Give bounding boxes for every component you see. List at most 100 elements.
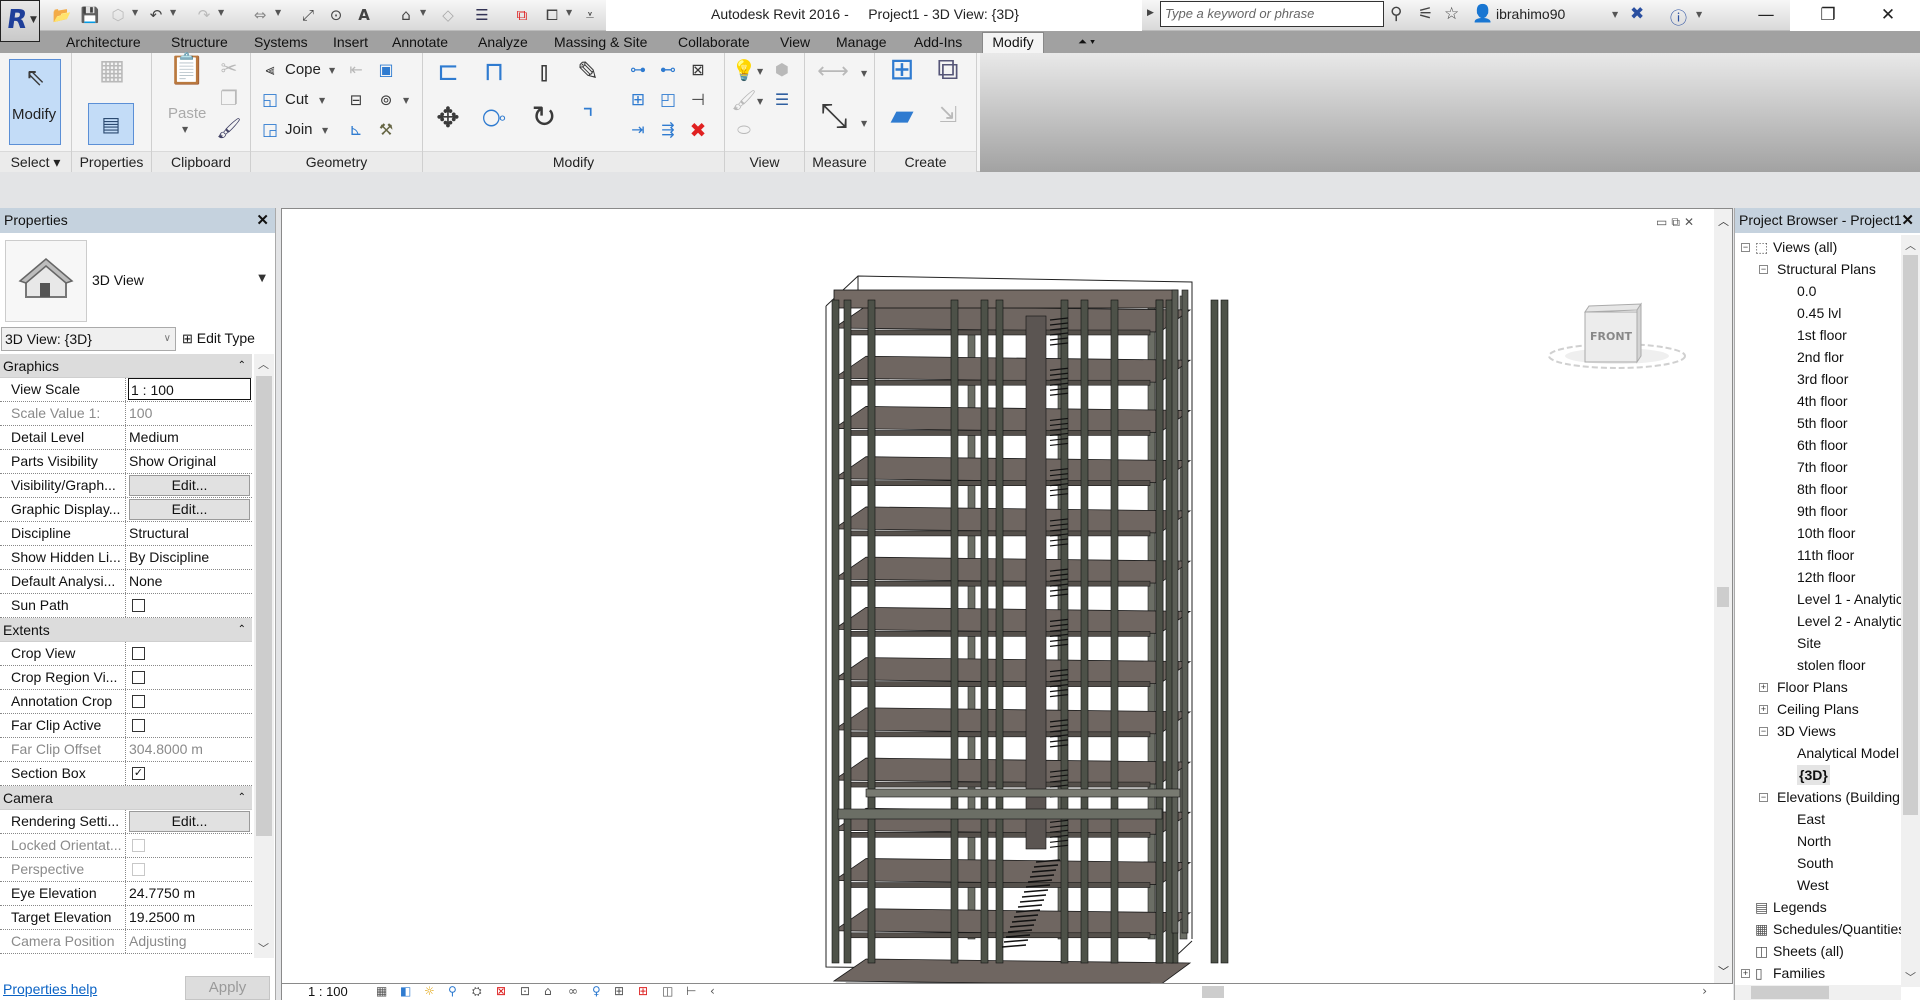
chevron-down-icon[interactable]: ▼ [329, 66, 335, 75]
scroll-up-icon[interactable]: ︿ [1905, 237, 1916, 253]
scrollbar-thumb[interactable] [256, 376, 272, 836]
chevron-down-icon[interactable]: ▼ [757, 67, 763, 76]
copy-icon[interactable]: ❐ [216, 85, 242, 111]
property-value[interactable]: Medium [127, 426, 251, 449]
property-input[interactable]: 1 : 100 [128, 378, 251, 400]
expand-node-icon[interactable]: + [1759, 705, 1768, 714]
beam-column-joins-icon[interactable]: ⊾ [343, 117, 369, 143]
chevron-down-icon[interactable]: ▼ [218, 8, 224, 17]
chevron-down-icon[interactable]: ▼ [861, 119, 867, 128]
chevron-down-icon[interactable]: ▼ [403, 96, 409, 105]
browser-item[interactable]: 0.0 [1797, 281, 1816, 301]
application-menu-button[interactable]: R ▼ [0, 0, 40, 42]
username[interactable]: ibrahimo90 [1496, 6, 1565, 22]
cut-scissors-icon[interactable]: ✂ [216, 55, 242, 81]
drawing-area-3d-view[interactable]: ▭⧉✕ FRONT ⊗ ▼ ▼ ⊖ ︿ ﹀ [281, 208, 1733, 984]
shadows-off-icon[interactable]: ⚲ [448, 984, 457, 998]
linework-icon[interactable]: ☰ [769, 87, 795, 113]
scroll-down-icon[interactable]: ﹀ [258, 940, 269, 956]
delete-icon[interactable]: ✖ [685, 117, 711, 143]
paint-icon[interactable]: ⊚ [373, 87, 399, 113]
array-icon[interactable]: ⊞ [625, 87, 651, 113]
redo-icon[interactable]: ↷ [194, 5, 214, 25]
browser-item[interactable]: 12th floor [1797, 567, 1855, 587]
browser-item[interactable]: 10th floor [1797, 523, 1855, 543]
property-value[interactable]: By Discipline [127, 546, 251, 569]
browser-item[interactable]: North [1797, 831, 1831, 851]
analytical-model-icon[interactable]: ⊞ [638, 984, 648, 998]
customize-qat-icon[interactable]: ⩡ [580, 5, 600, 25]
tab-modify[interactable]: Modify [982, 32, 1044, 53]
scrollbar-thumb[interactable] [1903, 255, 1918, 815]
scrollbar-thumb[interactable] [1717, 587, 1729, 607]
browser-item[interactable]: 1st floor [1797, 325, 1847, 345]
undo-icon[interactable]: ↶ [146, 5, 166, 25]
browser-item[interactable]: {3D} [1797, 765, 1830, 785]
browser-item[interactable]: Level 1 - Analytical [1797, 589, 1901, 609]
browser-item[interactable]: Structural Plans [1777, 259, 1876, 279]
viewcube-face-front[interactable]: FRONT [1590, 330, 1632, 343]
tab-massing-site[interactable]: Massing & Site [550, 33, 651, 53]
tab-collaborate[interactable]: Collaborate [674, 33, 754, 53]
tab-analyze[interactable]: Analyze [474, 33, 532, 53]
text-icon[interactable]: A [354, 5, 374, 25]
scroll-up-icon[interactable]: ︿ [258, 356, 269, 372]
property-checkbox[interactable]: ✓ [132, 767, 145, 780]
create-assembly-icon[interactable]: ⊞ [883, 55, 921, 95]
pin-icon[interactable]: ⊣ [685, 87, 711, 113]
property-value[interactable]: Structural [127, 522, 251, 545]
create-similar-icon[interactable]: ⧉ [929, 55, 967, 95]
expand-node-icon[interactable]: + [1759, 683, 1768, 692]
property-checkbox[interactable] [132, 671, 145, 684]
split-with-gap-icon[interactable]: ⊷ [655, 57, 681, 83]
property-group-extents[interactable]: Extents ⌃ [0, 618, 252, 642]
property-checkbox[interactable] [132, 719, 145, 732]
chevron-down-icon[interactable]: ▼ [420, 8, 426, 17]
collapse-icon[interactable]: ⌃ [238, 786, 246, 810]
help-icon[interactable]: ⓘ [1670, 4, 1687, 29]
property-value[interactable]: Show Original [127, 450, 251, 473]
viewcube[interactable]: FRONT [1547, 294, 1697, 384]
chevron-down-icon[interactable]: ▼ [170, 8, 176, 17]
browser-item[interactable]: 0.45 lvl [1797, 303, 1841, 323]
chevron-down-icon[interactable]: ▼ [1612, 10, 1618, 19]
property-value[interactable]: 19.2500 m [127, 906, 251, 929]
chevron-down-icon[interactable]: ▼ [566, 8, 572, 17]
browser-item[interactable]: Families [1773, 963, 1825, 983]
hammer-icon[interactable]: ⚒ [373, 117, 399, 143]
join-button[interactable]: Join [285, 121, 313, 138]
view-settings-icon[interactable]: ⬢ [769, 57, 795, 83]
temporary-view-properties-icon[interactable]: ⊞ [614, 984, 624, 998]
sun-path-off-icon[interactable]: ☼ [424, 984, 435, 998]
browser-item[interactable]: Floor Plans [1777, 677, 1848, 697]
edit-button[interactable]: Edit... [129, 475, 250, 496]
browser-item[interactable]: Legends [1773, 897, 1827, 917]
chevron-down-icon[interactable]: ▼ [319, 96, 325, 105]
browser-item[interactable]: West [1797, 875, 1829, 895]
property-checkbox[interactable] [132, 695, 145, 708]
property-checkbox[interactable] [132, 599, 145, 612]
chevron-down-icon[interactable]: ▼ [182, 125, 188, 134]
scrollbar-thumb[interactable] [1202, 986, 1224, 998]
select-dropdown[interactable]: Select ▾ [0, 151, 71, 172]
trim-extend-single-icon[interactable]: ⇥ [625, 117, 651, 143]
move-icon[interactable]: ✥ [431, 104, 465, 139]
edit-type-button[interactable]: ⊞ Edit Type [182, 327, 272, 351]
scale-icon[interactable]: ◰ [655, 87, 681, 113]
tab-add-ins[interactable]: Add-Ins [910, 33, 966, 53]
trim-extend-multiple-icon[interactable]: ⇶ [655, 117, 681, 143]
copy-element-icon[interactable]: ⧂ [477, 105, 511, 139]
create-parts-icon[interactable]: ▰ [883, 101, 921, 141]
close-hidden-windows-icon[interactable]: ⧉ [512, 5, 532, 25]
browser-item[interactable]: 8th floor [1797, 479, 1848, 499]
browser-item[interactable]: Level 2 - Analytical [1797, 611, 1901, 631]
property-checkbox[interactable] [132, 647, 145, 660]
brush-icon[interactable]: 🖌 [731, 87, 757, 113]
join-icon[interactable]: ◲ [257, 117, 283, 143]
save-icon[interactable]: 💾 [80, 5, 100, 25]
trim-extend-corner-icon[interactable]: ⌝ [571, 105, 605, 139]
crop-view-icon[interactable]: ⊠ [496, 984, 506, 998]
type-properties-icon[interactable]: ▦ [94, 56, 130, 93]
properties-help-link[interactable]: Properties help [3, 981, 97, 997]
user-icon[interactable]: 👤 [1472, 4, 1493, 24]
